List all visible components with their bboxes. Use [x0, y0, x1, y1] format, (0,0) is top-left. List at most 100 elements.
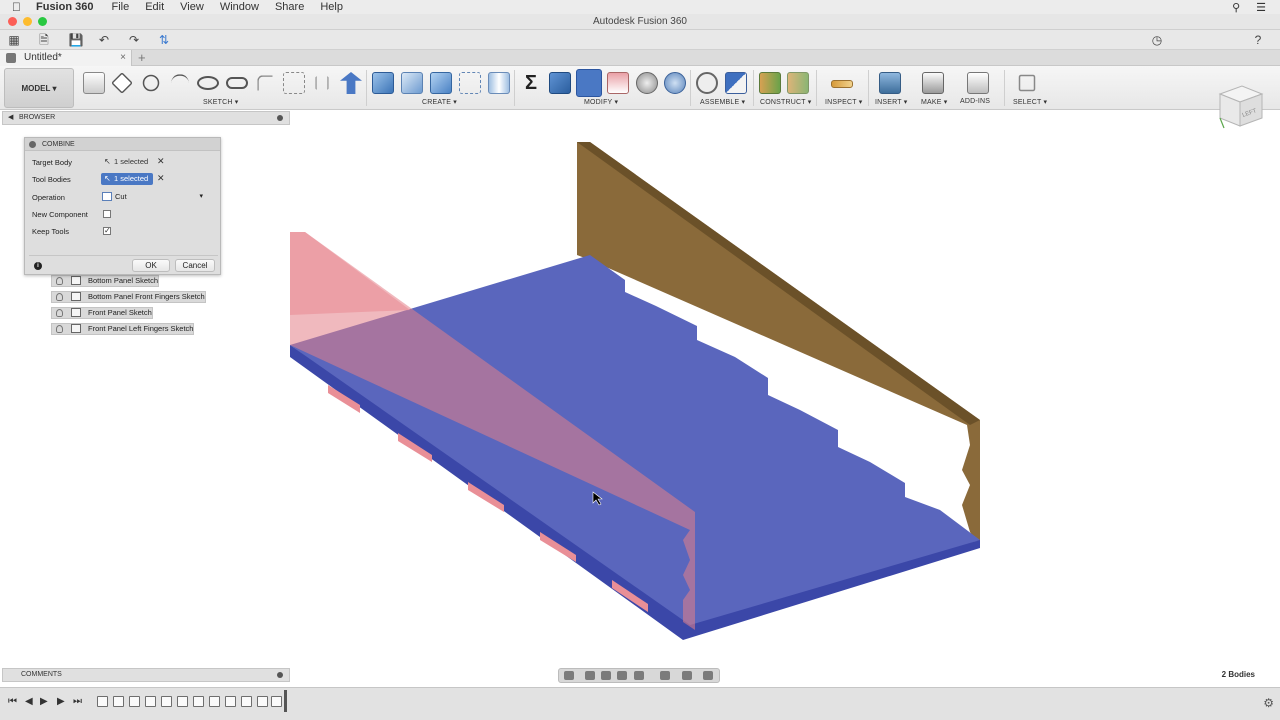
- job-status-icon[interactable]: ⇅: [156, 32, 172, 48]
- midplane-icon[interactable]: [787, 72, 809, 94]
- mirror-icon[interactable]: [488, 72, 510, 94]
- pin-icon[interactable]: [277, 672, 283, 678]
- timeline-feature[interactable]: [209, 696, 220, 707]
- browser-panel-header[interactable]: ◀ BROWSER: [2, 111, 290, 125]
- play-icon[interactable]: ▶: [40, 696, 48, 707]
- file-menu-icon[interactable]: 🗎: [36, 32, 52, 48]
- data-panel-grid-icon[interactable]: ▦: [6, 32, 22, 48]
- measure-icon[interactable]: [831, 80, 853, 88]
- menu-view[interactable]: View: [180, 1, 204, 13]
- timeline-feature[interactable]: [97, 696, 108, 707]
- visibility-bulb-icon[interactable]: [56, 277, 63, 285]
- browser-sketch-item[interactable]: Front Panel Left Fingers Sketch: [51, 323, 195, 335]
- orbit-icon[interactable]: [564, 671, 574, 680]
- timeline-feature[interactable]: [113, 696, 124, 707]
- extrude-icon[interactable]: [372, 72, 394, 94]
- box-icon[interactable]: [430, 72, 452, 94]
- document-tab[interactable]: Untitled* ×: [0, 50, 132, 66]
- inspect-group-label[interactable]: INSPECT ▾: [825, 98, 862, 106]
- circle-icon[interactable]: [142, 74, 160, 92]
- fillet-sketch-icon[interactable]: [257, 75, 273, 91]
- undo-icon[interactable]: ↶: [96, 32, 112, 48]
- app-name-menu[interactable]: Fusion 360: [36, 1, 93, 13]
- step-forward-icon[interactable]: ▶: [57, 696, 65, 707]
- comments-panel-header[interactable]: COMMENTS: [2, 668, 290, 682]
- display-settings-icon[interactable]: [660, 671, 670, 680]
- timeline-feature[interactable]: [271, 696, 282, 707]
- rectangular-pattern-icon[interactable]: [459, 72, 481, 94]
- pin-icon[interactable]: [277, 115, 283, 121]
- select-window-icon[interactable]: [1018, 74, 1036, 92]
- history-clock-icon[interactable]: ◷: [1149, 32, 1165, 48]
- menu-window[interactable]: Window: [220, 1, 259, 13]
- timeline-feature[interactable]: [161, 696, 172, 707]
- spotlight-search-icon[interactable]: ⚲: [1232, 1, 1240, 14]
- redo-icon[interactable]: ↷: [126, 32, 142, 48]
- menu-edit[interactable]: Edit: [145, 1, 164, 13]
- mirror-sketch-icon[interactable]: [315, 76, 329, 90]
- polygon-icon[interactable]: [197, 76, 219, 90]
- browser-sketch-item[interactable]: Bottom Panel Front Fingers Sketch: [51, 291, 206, 303]
- create-sketch-icon[interactable]: [83, 72, 105, 94]
- keep-tools-checkbox[interactable]: ✓: [103, 227, 111, 235]
- new-component-checkbox[interactable]: [103, 210, 111, 218]
- slot-icon[interactable]: [226, 77, 248, 89]
- combine-dialog-header[interactable]: COMBINE: [25, 138, 220, 151]
- browser-sketch-item[interactable]: Front Panel Sketch: [51, 307, 153, 319]
- insert-group-label[interactable]: INSERT ▾: [875, 98, 907, 106]
- assemble-group-label[interactable]: ASSEMBLE ▾: [700, 98, 745, 106]
- menu-help[interactable]: Help: [320, 1, 343, 13]
- scripts-addins-icon[interactable]: [967, 72, 989, 94]
- stop-sketch-icon[interactable]: [340, 72, 362, 94]
- rectangle-icon[interactable]: [111, 72, 133, 94]
- timeline-feature[interactable]: [257, 696, 268, 707]
- press-pull-icon[interactable]: [549, 72, 571, 94]
- visibility-bulb-icon[interactable]: [56, 325, 63, 333]
- go-to-end-icon[interactable]: ⏭: [73, 696, 82, 707]
- go-to-start-icon[interactable]: ⏮: [8, 696, 17, 707]
- grid-settings-icon[interactable]: [682, 671, 692, 680]
- clear-tool-bodies-icon[interactable]: ✕: [157, 173, 165, 184]
- trim-icon[interactable]: [283, 72, 305, 94]
- view-cube[interactable]: LEFT: [1210, 80, 1270, 136]
- tool-bodies-selector[interactable]: ↖ 1 selected: [101, 173, 153, 185]
- fit-zoom-icon[interactable]: [634, 671, 644, 680]
- step-back-icon[interactable]: ◀: [25, 696, 33, 707]
- browser-sketch-item[interactable]: Bottom Panel Sketch: [51, 275, 160, 287]
- revolve-icon[interactable]: [401, 72, 423, 94]
- visibility-bulb-icon[interactable]: [56, 293, 63, 301]
- make-group-label[interactable]: MAKE ▾: [921, 98, 948, 106]
- construct-group-label[interactable]: CONSTRUCT ▾: [760, 98, 811, 106]
- insert-image-icon[interactable]: [879, 72, 901, 94]
- pan-hand-icon[interactable]: [601, 671, 611, 680]
- menu-share[interactable]: Share: [275, 1, 304, 13]
- collapse-arrow-icon[interactable]: ◀: [8, 112, 13, 124]
- cancel-button[interactable]: Cancel: [175, 259, 215, 272]
- notification-list-icon[interactable]: ☰: [1256, 1, 1266, 14]
- apple-icon[interactable]: : [12, 0, 32, 14]
- appearance-icon[interactable]: [636, 72, 658, 94]
- combine-icon[interactable]: [576, 69, 602, 97]
- menu-file[interactable]: File: [111, 1, 129, 13]
- timeline-marker[interactable]: [284, 690, 287, 712]
- create-group-label[interactable]: CREATE ▾: [422, 98, 457, 106]
- offset-plane-icon[interactable]: [759, 72, 781, 94]
- 3d-print-icon[interactable]: [922, 72, 944, 94]
- close-tab-icon[interactable]: ×: [120, 50, 126, 66]
- viewports-icon[interactable]: [703, 671, 713, 680]
- joint-icon[interactable]: [725, 72, 747, 94]
- workspace-switcher-button[interactable]: MODEL ▾: [4, 68, 74, 108]
- look-at-icon[interactable]: [585, 671, 595, 680]
- select-group-label[interactable]: SELECT ▾: [1013, 98, 1047, 106]
- timeline-feature[interactable]: [177, 696, 188, 707]
- timeline-feature[interactable]: [225, 696, 236, 707]
- help-icon[interactable]: ?: [1250, 32, 1266, 48]
- arc-icon[interactable]: [171, 74, 189, 92]
- sketch-group-label[interactable]: SKETCH ▾: [203, 98, 238, 106]
- zoom-icon[interactable]: [617, 671, 627, 680]
- split-body-icon[interactable]: [607, 72, 629, 94]
- target-body-selector[interactable]: ↖ 1 selected: [101, 156, 153, 168]
- add-ins-group-label[interactable]: ADD-INS: [960, 98, 990, 105]
- parameters-sigma-icon[interactable]: Σ: [520, 72, 542, 94]
- visibility-bulb-icon[interactable]: [56, 309, 63, 317]
